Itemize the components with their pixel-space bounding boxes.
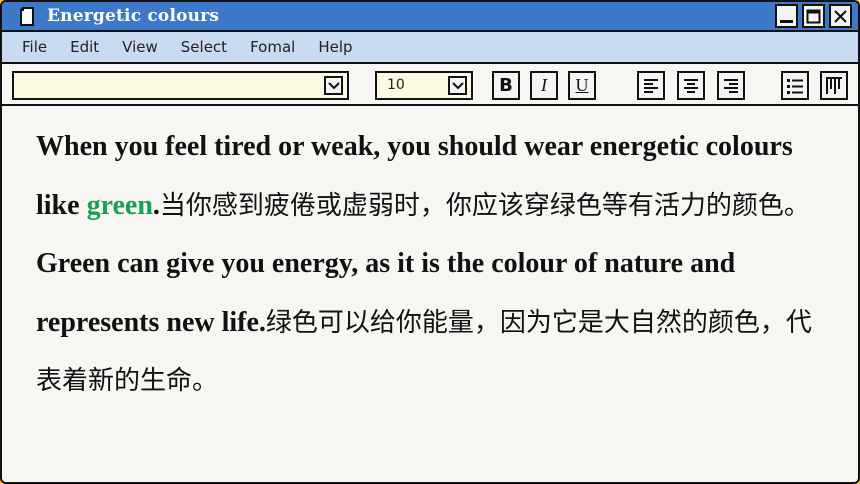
menu-help[interactable]: Help [318,38,352,56]
menu-fomal[interactable]: Fomal [250,38,295,56]
window-title: Energetic colours [47,6,220,26]
minimize-button[interactable] [775,4,798,28]
close-icon [834,9,847,23]
bold-button[interactable]: B [492,71,520,100]
align-left-icon [644,78,658,93]
align-center-button[interactable] [677,71,705,100]
format-toolbar: 10 B I U [2,64,858,106]
menu-select[interactable]: Select [181,38,227,56]
italic-button[interactable]: I [530,71,558,100]
align-left-button[interactable] [637,71,665,100]
font-size-value: 10 [387,77,405,93]
align-center-icon [684,78,698,93]
font-family-select[interactable] [12,71,349,100]
menu-file[interactable]: File [22,38,47,56]
bulleted-list-button[interactable] [781,71,809,100]
menu-edit[interactable]: Edit [70,38,99,56]
align-right-button[interactable] [717,71,745,100]
maximize-icon [806,9,821,23]
bulleted-list-icon [787,78,803,94]
chevron-down-icon [451,81,464,89]
document-body[interactable]: When you feel tired or weak, you should … [36,118,826,411]
minimize-icon [780,19,793,23]
columns-button[interactable] [820,71,848,100]
text-segment-period: . [152,189,160,221]
title-bar[interactable]: Energetic colours [2,2,858,32]
size-dropdown-button[interactable] [448,76,467,95]
chevron-down-icon [327,81,340,89]
underline-button[interactable]: U [568,71,596,100]
columns-icon [826,76,842,94]
font-dropdown-button[interactable] [324,76,343,95]
text-segment-green: green [86,189,153,221]
align-right-icon [724,78,738,93]
menu-bar: File Edit View Select Fomal Help [2,32,858,64]
close-button[interactable] [829,4,852,28]
maximize-button[interactable] [802,4,825,28]
app-window: Energetic colours File Edit View Select … [0,0,860,484]
font-size-select[interactable]: 10 [375,71,473,100]
text-segment-cn: 当你感到疲倦或虚弱时，你应该穿绿色等有活力的颜色。 [159,190,810,221]
menu-view[interactable]: View [122,38,158,56]
document-icon [20,6,35,26]
